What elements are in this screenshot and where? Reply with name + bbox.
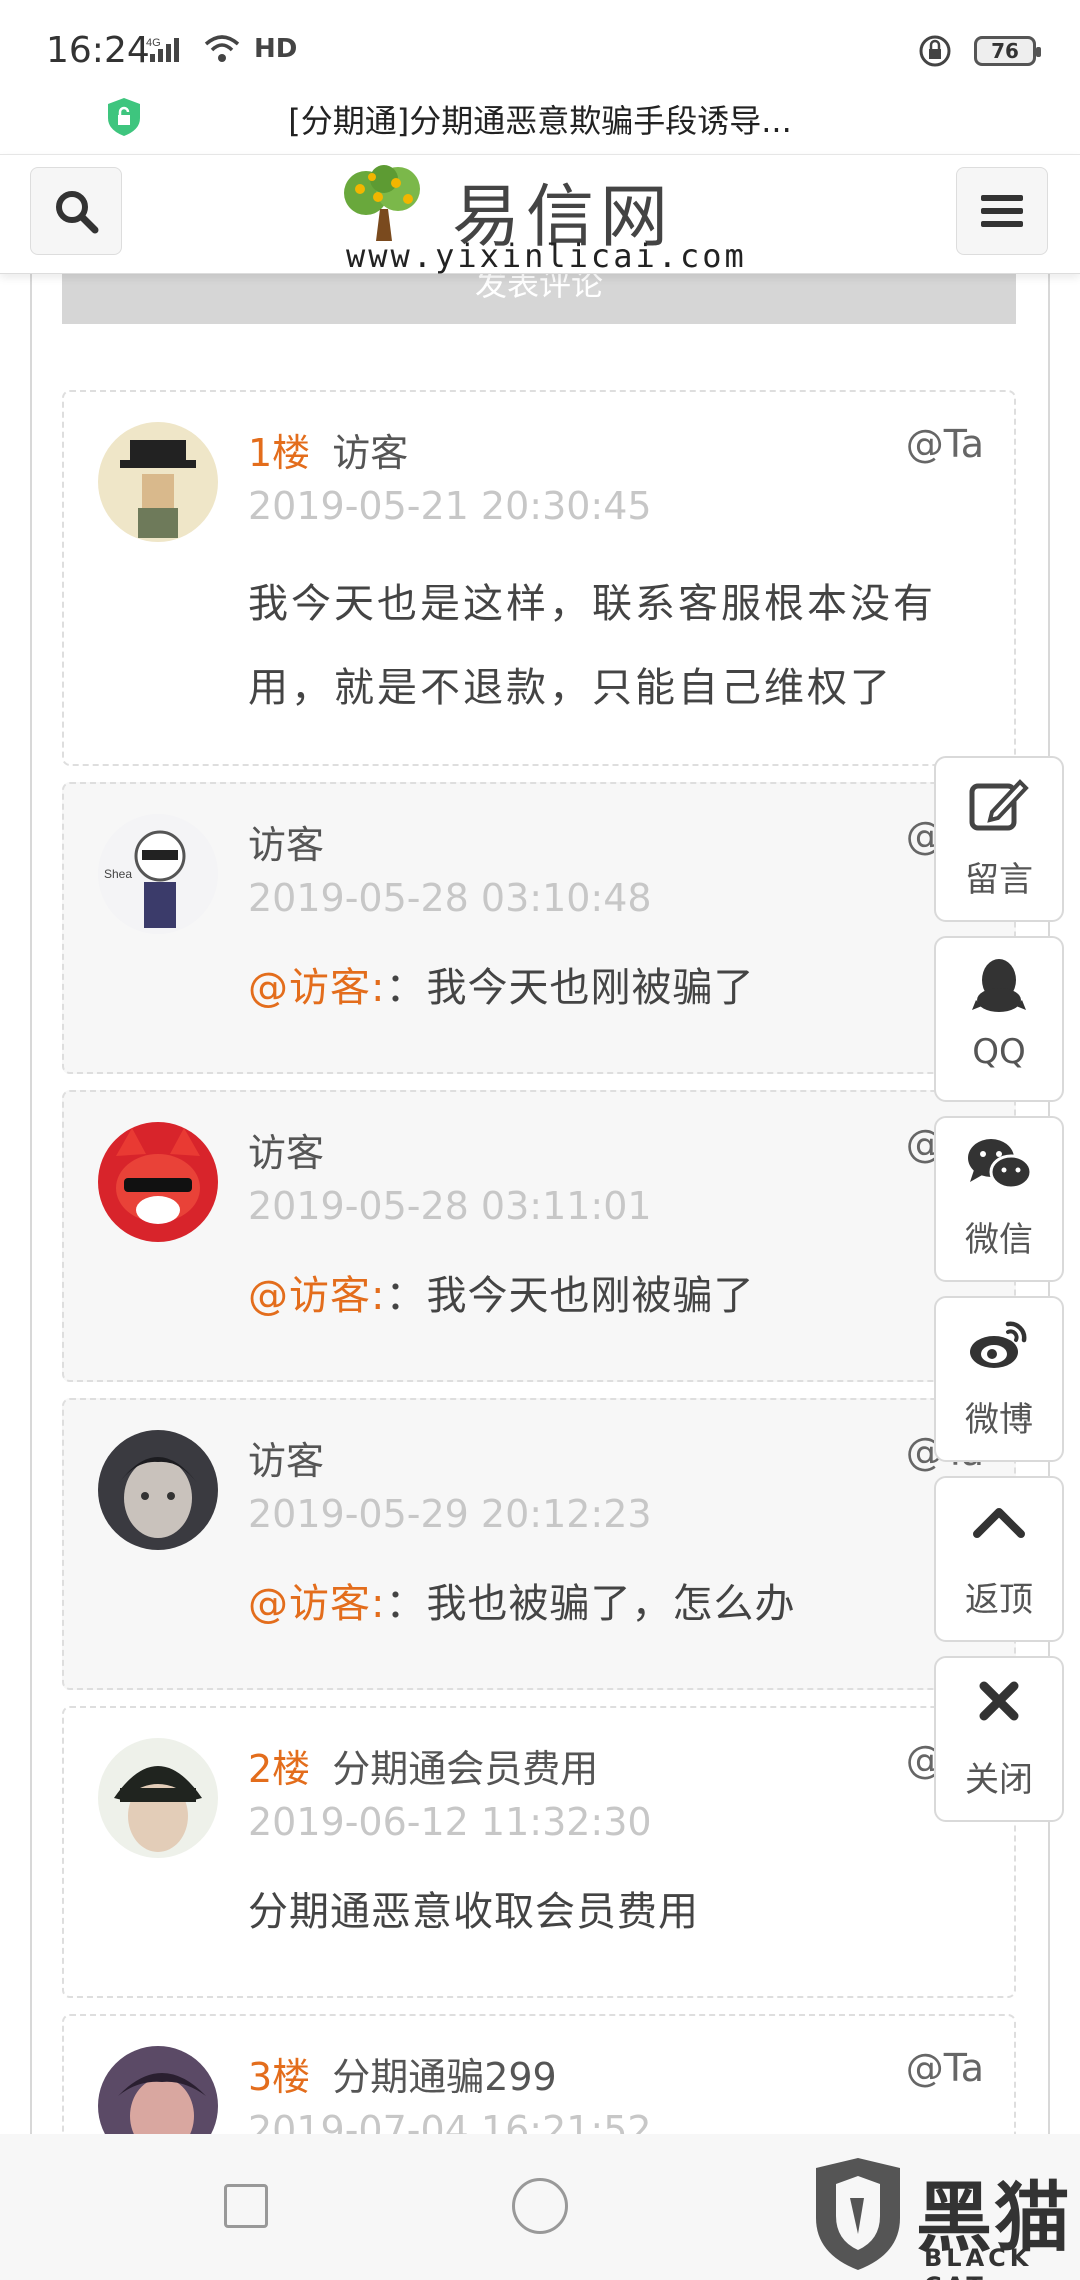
site-logo[interactable]: 易信网 www.yixinlicai.com [336, 157, 746, 275]
reply-item: 访客 @Ta 2019-05-29 20:12:23 @访客:：我也被骗了，怎么… [62, 1398, 1016, 1690]
comment-time: 2019-05-21 20:30:45 [248, 484, 652, 528]
system-nav-bar: 黑猫 BLACK CAT [0, 2134, 1080, 2280]
menu-button[interactable] [956, 167, 1048, 255]
side-button-qq[interactable]: QQ [934, 936, 1064, 1102]
search-icon [56, 191, 99, 234]
search-button[interactable] [30, 167, 122, 255]
home-button[interactable] [512, 2178, 568, 2234]
comment-item: 2楼分期通会员费用 @Ta 2019-06-12 11:32:30 分期通恶意收… [62, 1706, 1016, 1998]
comment-header: 1楼 访客 [248, 422, 408, 477]
side-label: QQ [972, 1032, 1026, 1072]
side-label: 微信 [965, 1220, 1033, 1260]
mention-link[interactable]: @访客: [248, 965, 385, 1011]
page-title[interactable]: [分期通]分期通恶意欺骗手段诱导... [160, 96, 920, 142]
battery-indicator: 76 [974, 36, 1041, 66]
submit-comment-button[interactable]: 发表评论 [62, 274, 1016, 324]
hamburger-menu-icon [981, 195, 1023, 227]
weibo-icon [970, 1321, 1027, 1368]
floor-number: 1楼 [248, 431, 311, 475]
reply-item: Shea 访客 @Ta 2019-05-28 03:10:48 @访客:：我今天… [62, 782, 1016, 1074]
side-button-close[interactable]: 关闭 [934, 1656, 1064, 1822]
avatar: Shea [98, 814, 218, 934]
avatar-image [98, 1122, 218, 1242]
avatar [98, 1122, 218, 1242]
comment-author: 访客 [332, 431, 409, 475]
close-icon [979, 1681, 1019, 1721]
comment-header: 访客 [248, 814, 324, 869]
wifi-icon [204, 35, 240, 62]
comment-text: @访客:：我也被骗了，怎么办 [248, 1581, 796, 1627]
side-button-wechat[interactable]: 微信 [934, 1116, 1064, 1282]
floor-number: 3楼 [248, 2055, 311, 2099]
side-label: 微博 [965, 1400, 1033, 1440]
tree-logo-icon [344, 165, 420, 241]
at-reply-link[interactable]: @Ta [906, 422, 984, 466]
comment-text: 分期通恶意收取会员费用 [248, 1889, 699, 1935]
comment-header: 访客 [248, 1122, 324, 1177]
status-right: 76 [918, 34, 1041, 68]
comment-text: @访客:：我今天也刚被骗了 [248, 1273, 755, 1319]
reply-item: 访客 @Ta 2019-05-28 03:11:01 @访客:：我今天也刚被骗了 [62, 1090, 1016, 1382]
logo-text-en: www.yixinlicai.com [346, 237, 747, 275]
blackcat-watermark: 黑猫 BLACK CAT [806, 2154, 1076, 2280]
side-label: 关闭 [965, 1760, 1033, 1800]
comment-header: 3楼 分期通骗299 [248, 2046, 557, 2101]
avatar-image: Shea [98, 814, 218, 934]
browser-title-bar[interactable]: [分期通]分期通恶意欺骗手段诱导... [0, 82, 1080, 154]
floor-number: 2楼 [248, 1747, 311, 1791]
comment-text: @访客:：我今天也刚被骗了 [248, 965, 755, 1011]
phone-screen: { "status_bar": {"time": "16:24", "netwo… [0, 0, 1080, 2280]
comment-author: 分期通骗299 [332, 2055, 557, 2099]
edit-icon [969, 779, 1029, 831]
avatar [98, 422, 218, 542]
comment-item: 1楼 访客 @Ta 2019-05-21 20:30:45 我今天也是这样，联系客… [62, 390, 1016, 766]
hd-icon: HD [254, 34, 298, 64]
comment-header: 访客 [248, 1430, 324, 1485]
mention-link[interactable]: @访客: [248, 1273, 385, 1319]
security-shield-icon [108, 98, 140, 136]
avatar [98, 1430, 218, 1550]
side-label: 留言 [965, 860, 1033, 900]
wechat-icon [968, 1139, 1032, 1190]
avatar-image [98, 422, 218, 542]
avatar [98, 1738, 218, 1858]
comment-time: 2019-06-12 11:32:30 [248, 1800, 652, 1844]
comment-time: 2019-05-29 20:12:23 [248, 1492, 652, 1536]
site-header: 易信网 www.yixinlicai.com [0, 154, 1080, 275]
status-bar: 16:24 4G HD 76 [0, 0, 1080, 82]
back-to-top-icon [973, 1508, 1025, 1538]
side-button-message[interactable]: 留言 [934, 756, 1064, 922]
status-time: 16:24 [46, 30, 150, 71]
comment-time: 2019-05-28 03:11:01 [248, 1184, 652, 1228]
status-icons: 4G HD [146, 34, 297, 64]
at-reply-link[interactable]: @Ta [906, 2046, 984, 2090]
side-label: 返顶 [965, 1580, 1033, 1620]
avatar-image [98, 1430, 218, 1550]
signal-4g-icon: 4G [146, 37, 179, 62]
comment-author: 访客 [248, 1439, 325, 1483]
comment-author: 访客 [248, 823, 325, 867]
comment-author: 访客 [248, 1131, 325, 1175]
svg-text:4G: 4G [146, 37, 161, 49]
comment-time: 2019-05-28 03:10:48 [248, 876, 652, 920]
avatar-image [98, 1738, 218, 1858]
comment-header: 2楼 分期通会员费用 [248, 1738, 598, 1793]
side-button-weibo[interactable]: 微博 [934, 1296, 1064, 1462]
qq-icon [972, 959, 1026, 1012]
side-button-back-to-top[interactable]: 返顶 [934, 1476, 1064, 1642]
mention-link[interactable]: @访客: [248, 1581, 385, 1627]
comment-text: 我今天也是这样，联系客服根本没有用，就是不退款，只能自己维权了 [248, 581, 936, 711]
comment-author: 分期通会员费用 [332, 1747, 599, 1791]
watermark-en: BLACK CAT [924, 2244, 1033, 2280]
blackcat-logo-icon [816, 2158, 900, 2270]
svg-text:Shea: Shea [104, 867, 132, 881]
rotation-lock-icon [919, 35, 951, 67]
recents-button[interactable] [224, 2184, 268, 2228]
